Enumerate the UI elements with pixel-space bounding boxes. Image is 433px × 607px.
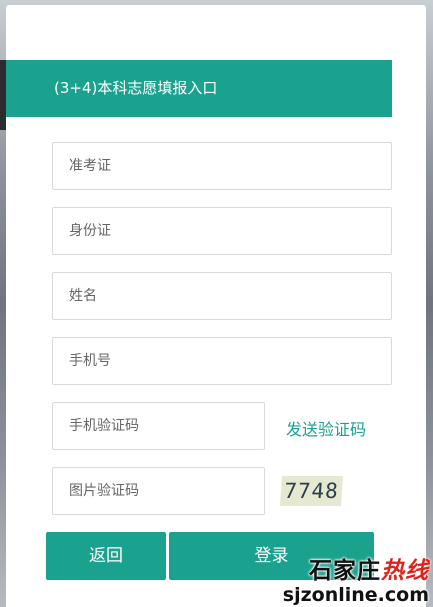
login-button[interactable]: 登录 <box>169 532 374 580</box>
login-card: (3+4)本科志愿填报入口 准考证 身份证 姓名 手机号 手机验证码 图片验证码 <box>6 5 426 607</box>
id-card-input[interactable]: 身份证 <box>52 207 392 255</box>
back-button[interactable]: 返回 <box>46 532 166 580</box>
phone-input[interactable]: 手机号 <box>52 337 392 385</box>
name-input[interactable]: 姓名 <box>52 272 392 320</box>
exam-id-input[interactable]: 准考证 <box>52 142 392 190</box>
captcha-image[interactable]: 7748 <box>279 476 344 506</box>
sms-code-input[interactable]: 手机验证码 <box>52 402 265 450</box>
send-code-link[interactable]: 发送验证码 <box>286 416 366 440</box>
page-title: (3+4)本科志愿填报入口 <box>6 60 392 117</box>
image-code-input[interactable]: 图片验证码 <box>52 467 265 515</box>
